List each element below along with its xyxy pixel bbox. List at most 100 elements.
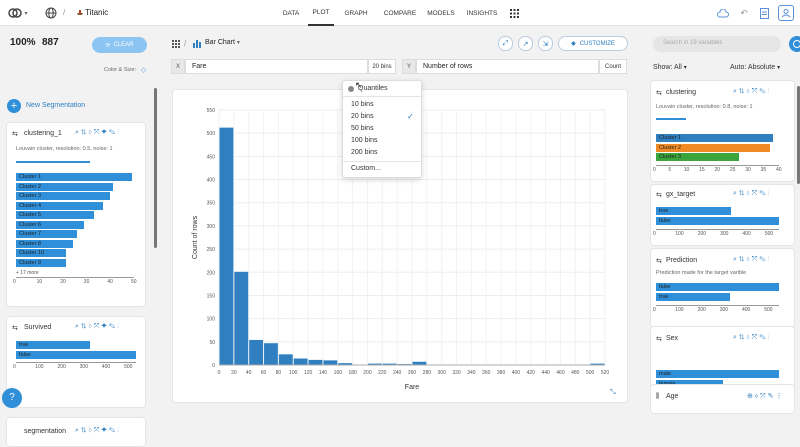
option-200-bins[interactable]: 200 bins: [351, 149, 377, 156]
pin-button[interactable]: ⤢: [498, 36, 513, 51]
help-button[interactable]: ?: [2, 388, 22, 408]
card-toolbar-icons[interactable]: ⌕⇅⬨⤧✎⋮: [733, 256, 771, 264]
left-panel: 100% 887 ⟳CLEAR Color & Size: ◇ + New Se…: [0, 26, 160, 419]
x-bins-selector[interactable]: 20 bins: [368, 59, 396, 74]
bar-label: Cluster 2: [19, 183, 41, 191]
option-10-bins[interactable]: 10 bins: [351, 101, 374, 108]
y-axis-title: Count of rows: [192, 215, 199, 259]
option-100-bins[interactable]: 100 bins: [351, 137, 377, 144]
tab-compare[interactable]: COMPARE: [378, 0, 422, 26]
clustering-1-bars: Cluster 1Cluster 2Cluster 3Cluster 4Clus…: [16, 173, 134, 293]
breadcrumb-separator: /: [63, 8, 65, 17]
card-toolbar-icons[interactable]: ⌕⇅⬨⤧✦✎⋮: [75, 323, 121, 331]
tab-graph[interactable]: GRAPH: [340, 0, 372, 26]
undo-icon[interactable]: ↶: [738, 7, 750, 19]
more-categories-label[interactable]: + 17 more: [16, 270, 39, 276]
variable-search-input[interactable]: Search in 19 variables: [653, 36, 781, 52]
chevron-down-icon[interactable]: ▾: [22, 9, 30, 17]
x-tick-label: 200: [698, 231, 706, 237]
cloud-icon[interactable]: [716, 7, 730, 19]
bar-label: Cluster 9: [19, 259, 41, 267]
y-agg-selector[interactable]: Count: [599, 59, 627, 74]
bar-male[interactable]: [656, 370, 779, 378]
selection-underline: [16, 161, 90, 163]
bar-fare-140[interactable]: [323, 360, 337, 365]
left-scrollbar[interactable]: [154, 88, 157, 248]
segment-icon: ⇆: [656, 89, 662, 97]
checkmark-icon: ✓: [407, 112, 414, 121]
add-variable-button[interactable]: [789, 36, 800, 52]
y-tick-label: 50: [209, 340, 215, 346]
color-size-label: Color & Size:: [104, 67, 136, 73]
clear-button[interactable]: ⟳CLEAR: [92, 37, 147, 53]
bar-label: Cluster 7: [19, 230, 41, 238]
x-tick-label: 50: [131, 279, 137, 285]
dropdown-divider: [343, 96, 423, 97]
tab-models[interactable]: MODELS: [424, 0, 458, 26]
customize-button[interactable]: ◆CUSTOMIZE: [558, 36, 628, 51]
color-size-icon[interactable]: ◇: [141, 66, 146, 74]
globe-icon[interactable]: [44, 6, 58, 20]
grid-view-icon[interactable]: [172, 40, 180, 48]
card-description: Louvain cluster, resolution: 0.8, noise:…: [656, 104, 753, 110]
bar-chart-icon: [193, 39, 202, 48]
export-icon[interactable]: [758, 6, 770, 20]
bar-label: true: [659, 293, 668, 301]
logo-icon[interactable]: [8, 6, 22, 20]
y-tick-label: 350: [207, 201, 216, 207]
stats-percent: 100%: [10, 37, 36, 48]
tab-data[interactable]: DATA: [278, 0, 304, 26]
x-tick-label: 0: [653, 231, 656, 237]
bar-false[interactable]: [656, 217, 779, 225]
segment-icon: ⇆: [12, 324, 18, 332]
bar-fare-60[interactable]: [264, 343, 278, 365]
card-toolbar-icons[interactable]: ⌕⇅⬨⤧✦✎⋮: [75, 427, 121, 435]
expand-button[interactable]: ⇲: [538, 36, 553, 51]
card-toolbar-icons[interactable]: ⌕⇅⬨⤧✦✎⋮: [75, 129, 121, 137]
chart-corner-icon[interactable]: ⤡: [610, 389, 616, 397]
show-filter[interactable]: Show: All ▾: [653, 64, 687, 71]
new-segmentation-button[interactable]: + New Segmentation: [7, 99, 127, 113]
segment-icon: ⇆: [656, 191, 662, 199]
bar-false[interactable]: [656, 283, 779, 291]
bar-fare-40[interactable]: [249, 340, 263, 365]
x-field-input[interactable]: Fare: [185, 59, 368, 74]
bar-fare-80[interactable]: [279, 354, 293, 365]
card-toolbar-icons[interactable]: ⌕⇅⬨⤧✎⋮: [733, 88, 771, 96]
card-toolbar-icons[interactable]: ⊕⬨⤧✎⋮: [747, 392, 784, 401]
bar-false[interactable]: [16, 351, 136, 359]
bar-fare-20[interactable]: [234, 272, 248, 365]
option-50-bins[interactable]: 50 bins: [351, 125, 374, 132]
x-tick-label: 500: [124, 364, 132, 370]
card-toolbar-icons[interactable]: ⌕⇅⬨⤧✎⋮: [733, 190, 771, 198]
option-custom[interactable]: Custom...: [351, 165, 381, 172]
chevron-down-icon: ▾: [777, 65, 780, 71]
y-tick-label: 150: [207, 293, 216, 299]
option-20-bins[interactable]: 20 bins: [351, 113, 374, 120]
bar-label: Cluster 10: [19, 249, 44, 257]
chart-type-selector[interactable]: Bar Chart ▾: [205, 39, 240, 46]
card-title: clustering: [666, 89, 696, 96]
scale-selector[interactable]: Auto: Absolute ▾: [730, 64, 780, 71]
project-name[interactable]: Titanic: [85, 8, 108, 17]
user-avatar-icon[interactable]: [778, 5, 794, 21]
x-axis-line: [16, 362, 136, 363]
x-tick-label: 220: [378, 370, 387, 376]
x-tick-label: 400: [512, 370, 521, 376]
x-tick-label: 100: [289, 370, 298, 376]
tab-insights[interactable]: INSIGHTS: [462, 0, 502, 26]
bar-fare-0[interactable]: [220, 128, 234, 365]
card-toolbar-icons[interactable]: ⌕⇅⬨⤧✎⋮: [733, 334, 771, 342]
x-tick-label: 20: [231, 370, 237, 376]
x-tick-label: 100: [675, 307, 683, 313]
tab-plot[interactable]: PLOT: [308, 0, 334, 26]
mouse-cursor-icon: ↖: [355, 80, 363, 91]
open-external-button[interactable]: ↗: [518, 36, 533, 51]
clustering-bars: Cluster 1Cluster 2Cluster 30510152025303…: [656, 134, 784, 179]
grid-menu-icon[interactable]: [508, 7, 520, 19]
bar-fare-120[interactable]: [309, 360, 323, 365]
y-tick-label: 550: [207, 108, 216, 114]
x-tick-label: 60: [261, 370, 267, 376]
y-field-input[interactable]: Number of rows: [416, 59, 599, 74]
bar-fare-100[interactable]: [294, 359, 308, 365]
